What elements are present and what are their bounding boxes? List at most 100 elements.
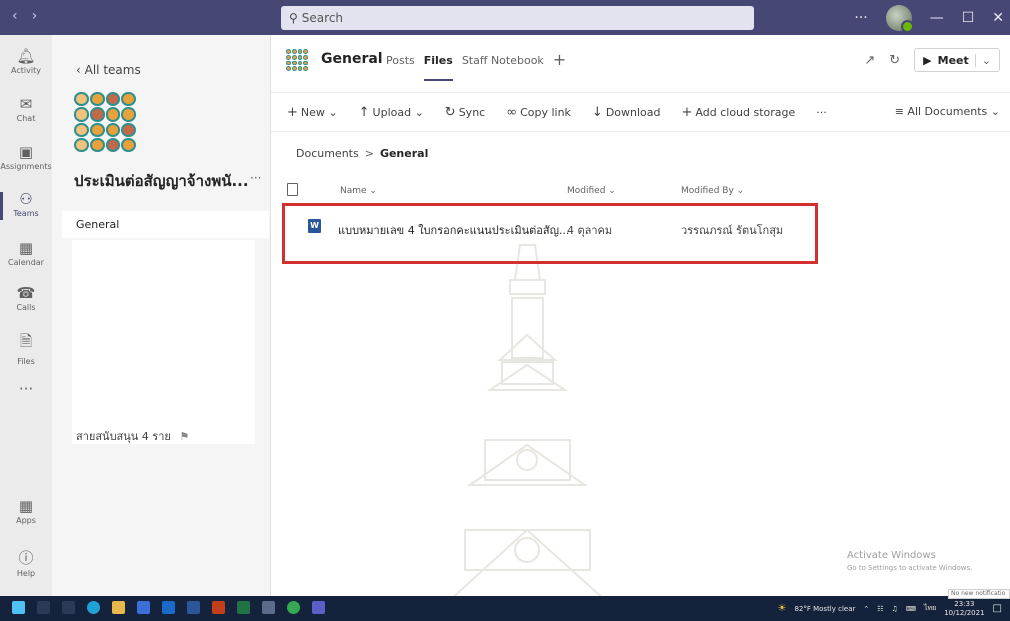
rail-item-teams[interactable]: ⚇ Teams bbox=[0, 190, 52, 220]
team-name: ประเมินต่อสัญญาจ้างพนั... bbox=[74, 172, 249, 190]
forward-arrow-icon[interactable]: › bbox=[32, 8, 52, 24]
meet-button[interactable]: ▶ Meet ⌄ bbox=[914, 48, 1000, 72]
more-options-icon[interactable]: ··· bbox=[854, 10, 867, 26]
notification-toast: No new notificatio bbox=[948, 589, 1010, 599]
activate-subtitle: Go to Settings to activate Windows. bbox=[847, 564, 973, 572]
windows-start-icon[interactable] bbox=[12, 601, 25, 614]
search-input[interactable]: ⚲ Search bbox=[281, 6, 754, 30]
channel-item-support[interactable]: สายสนับสนุน 4 ราย ⚑ bbox=[76, 427, 189, 445]
view-selector[interactable]: ≡ All Documents ⌄ bbox=[895, 105, 1000, 118]
breadcrumb: Documents > General bbox=[296, 147, 428, 160]
add-tab-button[interactable]: + bbox=[553, 52, 566, 68]
file-icon: 🗎︎ bbox=[19, 332, 33, 350]
channel-header: General Posts Files Staff Notebook + ↗ ↻… bbox=[271, 35, 1010, 85]
column-name-label: Name bbox=[340, 186, 367, 196]
sync-icon: ↻ bbox=[444, 104, 456, 120]
rail-label: Teams bbox=[13, 209, 39, 218]
highlight-box bbox=[282, 203, 818, 264]
copy-link-label: Copy link bbox=[520, 105, 571, 119]
avatar[interactable] bbox=[885, 4, 914, 33]
tab-posts[interactable]: Posts bbox=[386, 54, 415, 67]
keyboard-icon[interactable]: ⌨ bbox=[906, 605, 916, 613]
channel-label: สายสนับสนุน 4 ราย bbox=[76, 430, 171, 443]
edge-icon[interactable] bbox=[87, 601, 100, 614]
channel-item-general[interactable]: General bbox=[62, 211, 269, 238]
upload-button[interactable]: ↑ Upload ⌄ bbox=[359, 105, 424, 120]
university-watermark bbox=[449, 244, 606, 600]
rail-item-assignments[interactable]: ▣ Assignments bbox=[0, 143, 52, 171]
word-icon[interactable] bbox=[187, 601, 200, 614]
rail-label: Assignments bbox=[0, 162, 52, 171]
file-list-header: Name ⌄ Modified ⌄ Modified By ⌄ bbox=[287, 183, 987, 203]
new-button[interactable]: + New ⌄ bbox=[287, 105, 338, 120]
phone-icon: ☎ bbox=[16, 284, 36, 302]
main-content: General Posts Files Staff Notebook + ↗ ↻… bbox=[271, 35, 1010, 596]
clock-time: 23:33 bbox=[954, 599, 975, 608]
title-bar: ‹› ⚲ Search ··· — ☐ ✕ bbox=[0, 0, 1010, 35]
expand-icon[interactable]: ↗ bbox=[864, 53, 875, 68]
minimize-icon[interactable]: — bbox=[930, 10, 944, 26]
add-cloud-label: Add cloud storage bbox=[695, 105, 796, 119]
team-more-button[interactable]: ··· bbox=[250, 171, 261, 185]
tray-chevron-icon[interactable]: ⌃ bbox=[863, 605, 869, 613]
notification-icon[interactable]: □ bbox=[993, 603, 1002, 614]
network-icon[interactable]: ☷ bbox=[877, 605, 883, 613]
copy-link-button[interactable]: ∞ Copy link bbox=[506, 105, 571, 120]
column-modified[interactable]: Modified ⌄ bbox=[567, 186, 616, 196]
rail-item-calls[interactable]: ☎ Calls bbox=[0, 284, 52, 312]
more-icon: ··· bbox=[18, 380, 34, 398]
plus-icon: + bbox=[681, 104, 693, 120]
all-teams-link[interactable]: ‹ All teams bbox=[76, 63, 141, 77]
sync-label: Sync bbox=[458, 105, 486, 119]
weather-icon: ☀ bbox=[777, 603, 787, 614]
rail-item-calendar[interactable]: ▦ Calendar bbox=[0, 239, 52, 267]
download-button[interactable]: ↓ Download bbox=[592, 105, 661, 120]
add-cloud-storage-button[interactable]: + Add cloud storage bbox=[682, 105, 796, 120]
mail-icon[interactable] bbox=[162, 601, 175, 614]
weather-text[interactable]: 82°F Mostly clear bbox=[794, 605, 855, 613]
rail-item-files[interactable]: 🗎︎ Files bbox=[0, 331, 52, 366]
upload-icon: ↑ bbox=[358, 104, 370, 120]
excel-icon[interactable] bbox=[237, 601, 250, 614]
search-icon[interactable] bbox=[37, 601, 50, 614]
team-panel: ‹ All teams ประเมินต่อสัญญาจ้างพนั... ··… bbox=[52, 35, 271, 596]
teams-taskbar-icon[interactable] bbox=[312, 601, 325, 614]
channel-logo bbox=[286, 49, 308, 71]
chevron-down-icon[interactable]: ⌄ bbox=[974, 53, 991, 67]
volume-icon[interactable]: ♫ bbox=[892, 605, 898, 613]
clock-date: 10/12/2021 bbox=[944, 608, 985, 617]
maximize-icon[interactable]: ☐ bbox=[962, 10, 975, 26]
app-icon[interactable] bbox=[262, 601, 275, 614]
column-modified-by[interactable]: Modified By ⌄ bbox=[681, 186, 744, 196]
clock[interactable]: 23:33 10/12/2021 bbox=[944, 600, 984, 618]
activate-title: Activate Windows bbox=[847, 550, 936, 561]
column-name[interactable]: Name ⌄ bbox=[340, 186, 377, 196]
task-view-icon[interactable] bbox=[62, 601, 75, 614]
link-icon: ∞ bbox=[506, 104, 518, 120]
teams-icon: ⚇ bbox=[19, 190, 33, 208]
toolbar-more-button[interactable]: ··· bbox=[816, 106, 827, 119]
rail-item-more[interactable]: ··· bbox=[0, 380, 52, 399]
rail-item-chat[interactable]: ✉ Chat bbox=[0, 95, 52, 123]
rail-item-apps[interactable]: ▦ Apps bbox=[0, 497, 52, 525]
rail-item-help[interactable]: ⓘ Help bbox=[0, 547, 52, 578]
column-modified-label: Modified bbox=[567, 186, 606, 196]
powerpoint-icon[interactable] bbox=[212, 601, 225, 614]
back-arrow-icon[interactable]: ‹ bbox=[12, 8, 32, 24]
chrome-icon[interactable] bbox=[287, 601, 300, 614]
file-explorer-icon[interactable] bbox=[112, 601, 125, 614]
rail-item-activity[interactable]: 🔔︎ Activity bbox=[0, 47, 52, 75]
tab-files[interactable]: Files bbox=[423, 54, 453, 81]
chat-icon: ✉ bbox=[19, 95, 33, 113]
files-toolbar: + New ⌄ ↑ Upload ⌄ ↻ Sync ∞ Copy link ↓ Downl… bbox=[271, 92, 1010, 132]
tab-staff-notebook[interactable]: Staff Notebook bbox=[462, 54, 544, 67]
language-indicator[interactable]: ไทย bbox=[924, 603, 936, 614]
nav-arrows: ‹› bbox=[12, 8, 51, 24]
close-icon[interactable]: ✕ bbox=[992, 10, 1004, 26]
breadcrumb-documents[interactable]: Documents bbox=[296, 147, 359, 160]
sync-button[interactable]: ↻ Sync bbox=[445, 105, 485, 120]
store-icon[interactable] bbox=[137, 601, 150, 614]
chevron-left-icon: ‹ bbox=[76, 63, 85, 77]
refresh-icon[interactable]: ↻ bbox=[889, 53, 900, 68]
rail-label: Activity bbox=[11, 66, 41, 75]
